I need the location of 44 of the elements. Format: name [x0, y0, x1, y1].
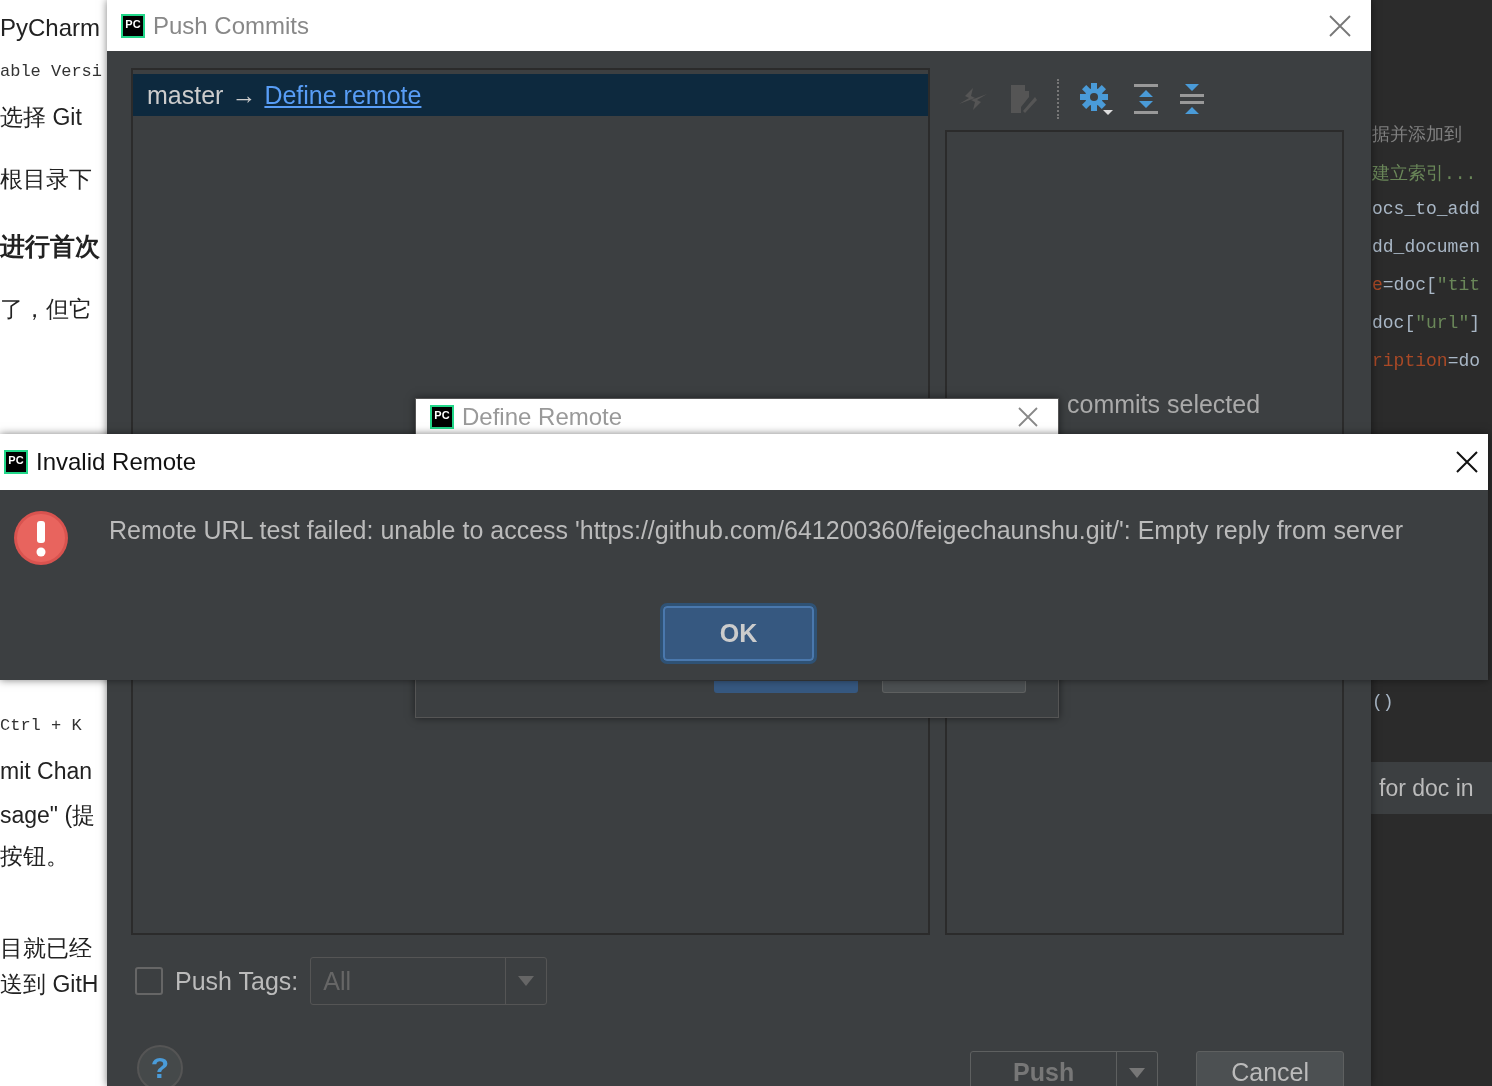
error-message: Remote URL test failed: unable to access 'https://github.com/641200360/feigechaunshu.git/': Empty reply from server — [109, 516, 1404, 545]
dropdown-arrow-icon — [1129, 1068, 1146, 1078]
code-line: ription=do — [1372, 351, 1481, 371]
cancel-button[interactable]: Cancel — [1196, 1051, 1344, 1086]
document-text: able Versi — [0, 62, 103, 81]
settings-icon[interactable] — [1079, 82, 1113, 116]
code-line: ocs_to_add — [1372, 199, 1481, 219]
document-text: 目就已经 — [0, 934, 92, 963]
document-text: sage" (提 — [0, 801, 96, 830]
code-line: () — [1372, 692, 1394, 712]
code-line: 建立索引... — [1372, 163, 1477, 185]
collapse-all-icon[interactable] — [1179, 83, 1205, 115]
window-title: Define Remote — [462, 403, 623, 431]
branch-name: master — [147, 80, 224, 110]
window-title: Invalid Remote — [36, 448, 197, 476]
error-icon — [13, 510, 69, 566]
console-text: for doc in — [1378, 774, 1474, 802]
ok-button[interactable]: OK — [663, 606, 814, 661]
code-line: dd_documen — [1372, 237, 1481, 257]
document-text: 根目录下 — [0, 165, 92, 194]
dropdown-arrow-icon — [518, 976, 535, 986]
document-text: 了，但它 — [0, 295, 92, 324]
empty-state-text: commits selected — [1067, 390, 1261, 419]
window-title: Push Commits — [153, 11, 310, 40]
close-icon[interactable] — [1456, 451, 1478, 473]
arrow-text: → — [231, 80, 257, 110]
app-icon: PC — [4, 450, 28, 474]
document-text: PyCharm — [0, 14, 101, 42]
code-line: e=doc["tit — [1372, 275, 1481, 295]
document-text: 进行首次 — [0, 231, 100, 262]
document-text: 送到 GitH — [0, 970, 99, 999]
expand-all-icon[interactable] — [1133, 83, 1159, 115]
branch-row[interactable]: master → Define remote — [133, 74, 928, 116]
document-text: Ctrl + K — [0, 716, 82, 735]
app-icon: PC — [121, 13, 145, 38]
define-remote-link[interactable]: Define remote — [264, 80, 422, 110]
document-text: 选择 Git — [0, 103, 82, 132]
app-icon: PC — [430, 405, 454, 429]
push-tags-label: Push Tags: — [175, 966, 299, 996]
document-text: 按钮。 — [0, 842, 69, 871]
code-line: doc["url"] — [1372, 313, 1481, 333]
code-line: 据并添加到 — [1372, 124, 1462, 146]
help-button[interactable]: ? — [137, 1045, 183, 1086]
document-text: mit Chan — [0, 758, 93, 785]
